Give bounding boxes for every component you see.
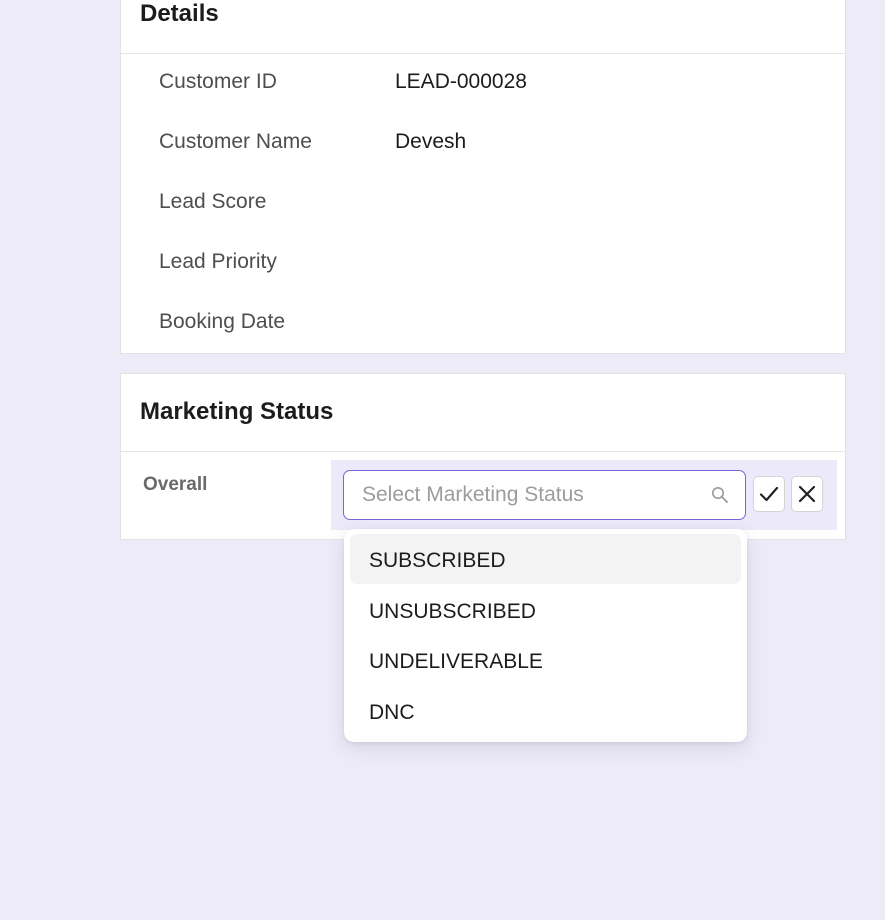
overall-label: Overall	[143, 474, 208, 495]
marketing-status-card: Marketing Status Overall Select Marketin…	[120, 373, 846, 540]
field-value: Devesh	[395, 130, 467, 153]
option-label: UNDELIVERABLE	[369, 650, 543, 673]
details-card: Details Customer ID LEAD-000028 Customer…	[120, 0, 846, 354]
field-label: Booking Date	[159, 310, 286, 333]
details-card-header: Details	[121, 0, 845, 54]
field-label: Customer ID	[159, 70, 277, 93]
field-label: Lead Score	[159, 190, 267, 213]
field-label: Customer Name	[159, 130, 312, 153]
field-row-lead-score: Lead Score	[159, 190, 819, 220]
option-label: SUBSCRIBED	[369, 549, 506, 572]
option-unsubscribed[interactable]: UNSUBSCRIBED	[350, 585, 741, 635]
field-label: Lead Priority	[159, 250, 277, 273]
confirm-button[interactable]	[753, 476, 785, 512]
marketing-status-dropdown: SUBSCRIBED UNSUBSCRIBED UNDELIVERABLE DN…	[344, 529, 747, 742]
search-icon	[712, 487, 728, 503]
cancel-button[interactable]	[791, 476, 823, 512]
field-row-lead-priority: Lead Priority	[159, 250, 819, 280]
field-row-booking-date: Booking Date	[159, 310, 819, 340]
option-dnc[interactable]: DNC	[350, 686, 741, 736]
marketing-status-title: Marketing Status	[140, 398, 334, 425]
option-subscribed[interactable]: SUBSCRIBED	[350, 534, 741, 584]
inline-edit-panel: Select Marketing Status	[331, 460, 837, 530]
window-edge-right	[885, 0, 894, 922]
marketing-status-select[interactable]: Select Marketing Status	[343, 470, 746, 520]
close-icon	[798, 485, 816, 503]
field-value: LEAD-000028	[395, 70, 527, 93]
option-undeliverable[interactable]: UNDELIVERABLE	[350, 635, 741, 685]
option-label: DNC	[369, 701, 415, 724]
field-row-customer-name: Customer Name Devesh	[159, 130, 819, 160]
checkmark-icon	[759, 486, 779, 502]
details-title: Details	[140, 0, 219, 27]
marketing-card-header: Marketing Status	[121, 374, 845, 452]
select-placeholder: Select Marketing Status	[362, 483, 584, 506]
option-label: UNSUBSCRIBED	[369, 600, 536, 623]
field-row-customer-id: Customer ID LEAD-000028	[159, 70, 819, 100]
